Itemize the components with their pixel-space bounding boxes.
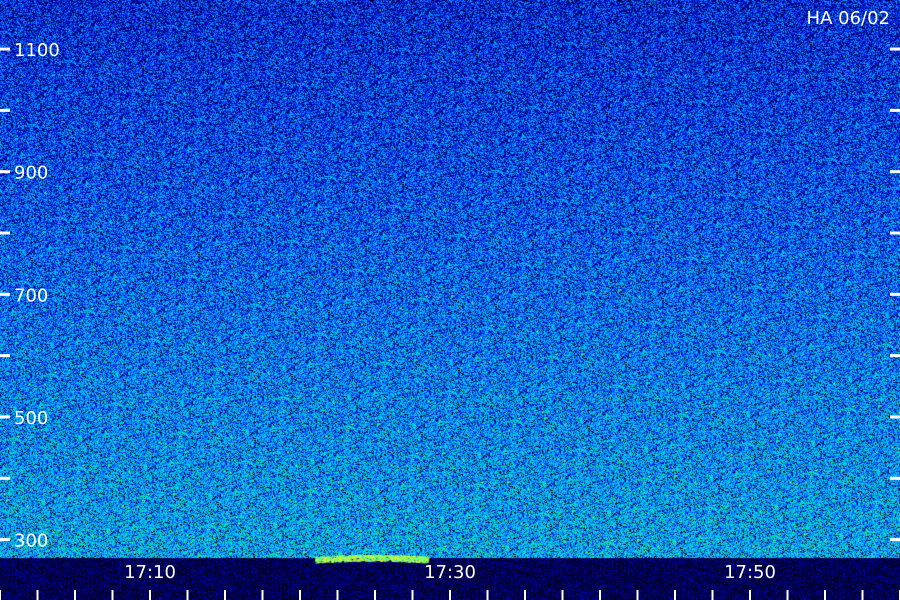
x-tick-mark <box>149 590 151 600</box>
y-tick-mark <box>0 170 10 174</box>
y-tick-mark <box>0 231 10 235</box>
y-tick-mark <box>0 538 10 542</box>
x-tick-mark <box>0 590 1 600</box>
x-tick-label: 17:50 <box>724 562 776 583</box>
x-tick-mark <box>711 590 714 600</box>
y-tick-mark-right <box>890 538 900 542</box>
x-tick-mark <box>561 590 564 600</box>
x-tick-mark <box>336 590 339 600</box>
y-axis-right <box>890 47 900 542</box>
y-tick-label: 500 <box>14 408 48 429</box>
x-tick-mark <box>411 590 414 600</box>
x-tick-label: 17:10 <box>124 562 176 583</box>
x-tick-mark <box>824 590 826 600</box>
y-tick-mark <box>0 292 10 296</box>
chart-overlay: 300 500 700 900 1100 17:10 17:30 17:50 HA 06/0… <box>0 8 900 600</box>
y-tick-mark <box>0 354 10 358</box>
y-tick-mark-right <box>890 47 900 51</box>
y-tick-mark <box>0 108 10 112</box>
y-tick-label: 700 <box>14 285 48 306</box>
station-label: HA 06/02 <box>807 8 890 29</box>
x-tick-mark <box>186 590 189 600</box>
y-tick-mark-right <box>890 476 900 480</box>
x-tick-mark <box>786 590 789 600</box>
y-tick-mark-right <box>890 170 900 174</box>
y-tick-label: 300 <box>14 531 48 552</box>
x-tick-mark <box>749 590 751 600</box>
y-tick-mark-right <box>890 415 900 419</box>
x-tick-mark <box>36 590 39 600</box>
x-tick-label: 17:30 <box>424 562 476 583</box>
y-tick-label: 900 <box>14 163 48 184</box>
x-tick-mark <box>861 590 864 600</box>
y-tick-mark <box>0 47 10 51</box>
x-tick-mark <box>374 590 376 600</box>
x-tick-mark <box>299 590 301 600</box>
x-tick-mark <box>599 590 601 600</box>
y-tick-label: 1100 <box>14 40 60 61</box>
x-tick-mark <box>111 590 114 600</box>
y-tick-mark-right <box>890 354 900 358</box>
y-tick-mark-right <box>890 108 900 112</box>
x-tick-mark <box>486 590 489 600</box>
y-tick-mark <box>0 476 10 480</box>
y-axis-left: 300 500 700 900 1100 <box>0 40 60 552</box>
x-tick-mark <box>524 590 526 600</box>
x-tick-mark <box>674 590 676 600</box>
x-tick-mark <box>449 590 451 600</box>
x-tick-mark <box>261 590 264 600</box>
x-tick-mark <box>224 590 226 600</box>
y-tick-mark-right <box>890 231 900 235</box>
y-tick-mark <box>0 415 10 419</box>
x-tick-mark <box>74 590 76 600</box>
x-tick-mark <box>636 590 639 600</box>
x-axis-bottom: 17:10 17:30 17:50 <box>0 562 900 600</box>
y-tick-mark-right <box>890 292 900 296</box>
